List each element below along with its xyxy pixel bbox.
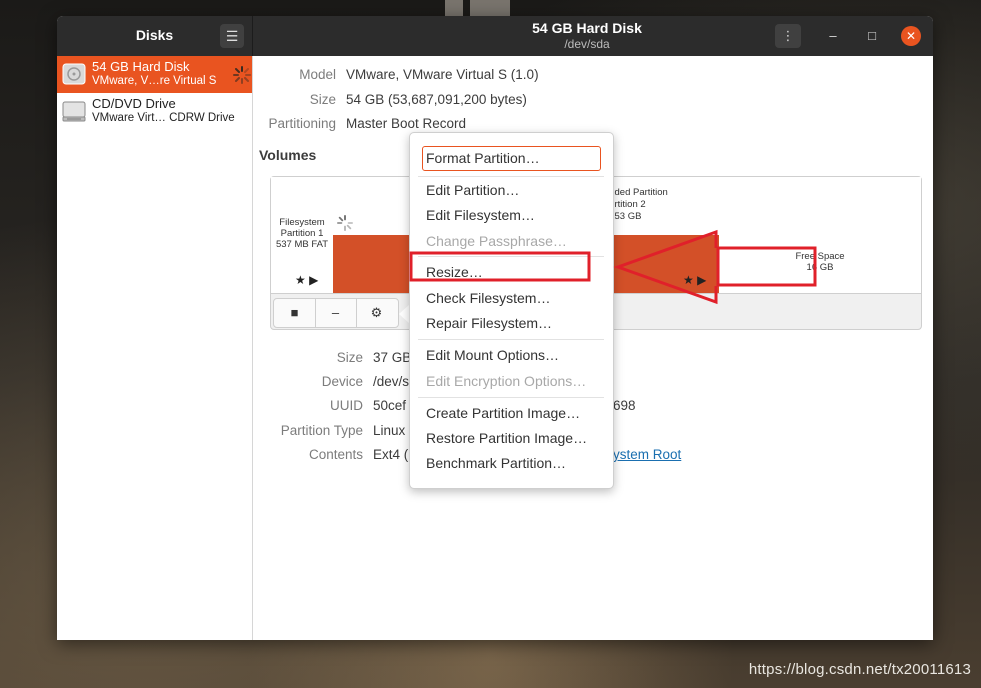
- sidebar-item-sublabel: VMware, V…re Virtual S: [92, 75, 217, 87]
- volumes-heading: Volumes: [259, 147, 317, 163]
- partition-type-value: Linux: [373, 423, 406, 438]
- title-bar: Disks ☰ 54 GB Hard Disk /dev/sda ⋮ – □ ✕: [57, 16, 933, 56]
- free-space-block[interactable]: Free Space 16 GB: [719, 235, 921, 293]
- menu-item-format-partition[interactable]: Format Partition…: [426, 150, 540, 166]
- contents-mount-link[interactable]: ystem Root: [613, 447, 681, 462]
- size-value: 54 GB (53,687,091,200 bytes): [346, 92, 527, 107]
- sidebar-item-label: CD/DVD Drive: [92, 96, 176, 111]
- partition-size-value: 37 GB: [373, 350, 412, 365]
- window-title: 54 GB Hard Disk /dev/sda: [447, 20, 727, 51]
- optical-drive-icon: [62, 101, 86, 122]
- busy-spinner-icon: [233, 66, 251, 84]
- size-label: Size: [309, 92, 336, 107]
- menu-item-benchmark-partition[interactable]: Benchmark Partition…: [426, 455, 566, 471]
- uuid-label: UUID: [330, 398, 363, 413]
- sidebar: 54 GB Hard Disk VMware, V…re Virtual S C…: [57, 56, 253, 640]
- menu-item-edit-mount-options[interactable]: Edit Mount Options…: [426, 347, 559, 363]
- partitioning-label: Partitioning: [268, 116, 336, 131]
- drive-options-button[interactable]: ⋮: [775, 24, 801, 48]
- device-value: /dev/s: [373, 374, 410, 389]
- close-button[interactable]: ✕: [901, 26, 921, 46]
- menu-item-create-partition-image[interactable]: Create Partition Image…: [426, 405, 580, 421]
- menu-separator: [418, 397, 604, 398]
- partition-1-size: 537 MB FAT: [275, 239, 329, 250]
- partition-1-type: Filesystem: [279, 217, 325, 228]
- partition-1-block[interactable]: Filesystem Partition 1 537 MB FAT ★ ▶: [271, 177, 334, 293]
- partitioning-value: Master Boot Record: [346, 116, 467, 131]
- sidebar-item-label: 54 GB Hard Disk: [92, 59, 190, 74]
- extended-partition-type: …ded Partition: [605, 187, 668, 198]
- partition-context-menu: Format Partition… Edit Partition… Edit F…: [409, 132, 614, 489]
- partition-options-gear-icon[interactable]: ⚙: [356, 299, 397, 327]
- hard-disk-icon: [62, 63, 86, 85]
- volume-toolbar: ■ – ⚙: [273, 298, 399, 328]
- maximize-button[interactable]: □: [862, 26, 882, 46]
- minimize-button[interactable]: –: [823, 26, 843, 46]
- menu-item-restore-partition-image[interactable]: Restore Partition Image…: [426, 430, 587, 446]
- menu-item-check-filesystem[interactable]: Check Filesystem…: [426, 290, 550, 306]
- menu-item-edit-partition[interactable]: Edit Partition…: [426, 182, 519, 198]
- menu-separator: [418, 176, 604, 177]
- contents-label: Contents: [308, 447, 363, 462]
- disk-title: 54 GB Hard Disk: [532, 20, 642, 36]
- uuid-value-start: 50cef: [373, 398, 407, 413]
- partition-type-label: Partition Type: [280, 423, 363, 438]
- partition-1-name: Partition 1: [280, 228, 324, 239]
- partition-star-icon: ★ ▶: [683, 273, 707, 287]
- contents-value: Ext4 (: [373, 447, 409, 462]
- watermark-text: https://blog.csdn.net/tx20011613: [748, 661, 971, 678]
- menu-item-edit-encryption-options: Edit Encryption Options…: [426, 373, 587, 389]
- busy-spinner-icon: [337, 215, 353, 231]
- model-label: Model: [299, 67, 336, 82]
- hamburger-menu-button[interactable]: ☰: [220, 24, 244, 48]
- uuid-value-end: 698: [613, 398, 636, 413]
- model-value: VMware, VMware Virtual S (1.0): [346, 67, 539, 82]
- disk-path: /dev/sda: [564, 37, 610, 51]
- delete-partition-button[interactable]: –: [315, 299, 357, 327]
- unmount-button[interactable]: ■: [274, 299, 316, 327]
- menu-item-repair-filesystem[interactable]: Repair Filesystem…: [426, 315, 552, 331]
- free-space-label: Free Space: [795, 251, 845, 262]
- partition-size-label: Size: [336, 350, 363, 365]
- device-label: Device: [321, 374, 363, 389]
- sidebar-item-hard-disk[interactable]: 54 GB Hard Disk VMware, V…re Virtual S: [57, 56, 252, 93]
- menu-item-resize[interactable]: Resize…: [426, 264, 483, 280]
- menu-separator: [418, 339, 604, 340]
- menu-item-change-passphrase: Change Passphrase…: [426, 233, 567, 249]
- sidebar-item-cd-dvd[interactable]: CD/DVD Drive VMware Virt… CDRW Drive: [57, 93, 252, 130]
- menu-item-edit-filesystem[interactable]: Edit Filesystem…: [426, 207, 535, 223]
- menu-separator: [418, 256, 604, 257]
- sidebar-header: Disks ☰: [57, 16, 253, 56]
- free-space-size: 16 GB: [806, 262, 834, 273]
- menu-pointer: [399, 305, 409, 323]
- sidebar-item-sublabel: VMware Virt… CDRW Drive: [92, 112, 235, 124]
- bootable-star-icon: ★ ▶: [295, 273, 319, 287]
